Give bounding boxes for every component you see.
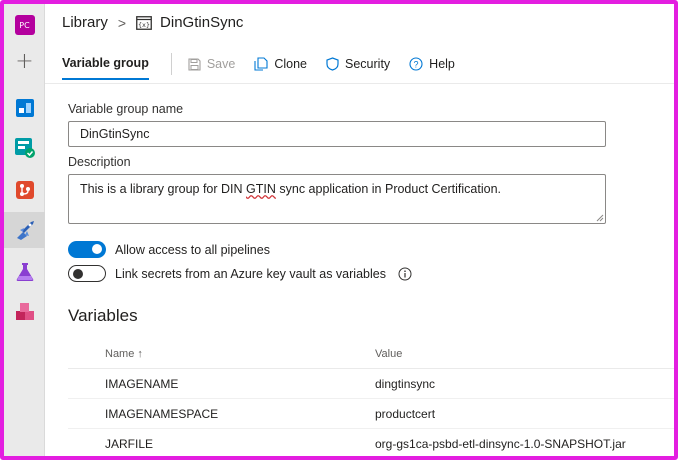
table-row[interactable]: IMAGENAMESPACE productcert <box>68 399 674 429</box>
test-plans-icon <box>14 138 35 158</box>
link-secrets-toggle[interactable] <box>68 265 106 282</box>
allow-access-label: Allow access to all pipelines <box>115 242 270 257</box>
plus-icon: + <box>15 49 34 74</box>
left-nav-rail: PC + <box>4 4 45 456</box>
svg-text:?: ? <box>414 59 419 69</box>
tab-variable-group[interactable]: Variable group <box>62 56 149 80</box>
variable-value: org-gs1ca-psbd-etl-dinsync-1.0-SNAPSHOT.… <box>375 436 626 451</box>
allow-access-toggle[interactable] <box>68 241 106 258</box>
org-badge: PC <box>14 15 35 35</box>
value-column-header[interactable]: Value <box>375 348 674 360</box>
variable-name: IMAGENAMESPACE <box>105 406 219 421</box>
flask-icon <box>16 263 33 281</box>
boards-nav[interactable] <box>4 90 45 126</box>
save-label: Save <box>206 57 236 71</box>
security-label: Security <box>345 57 391 71</box>
breadcrumb-library-link[interactable]: Library <box>62 14 108 31</box>
clone-icon <box>254 57 268 71</box>
shield-icon <box>326 57 339 71</box>
toolbar-divider <box>170 53 172 75</box>
pipelines-icon <box>16 221 34 240</box>
group-name-label: Variable group name <box>68 102 184 116</box>
artifacts-nav[interactable] <box>4 294 45 330</box>
clone-button[interactable]: Clone <box>254 57 307 71</box>
link-secrets-label: Link secrets from an Azure key vault as … <box>115 266 386 281</box>
description-spellcheck-word: GTIN <box>246 182 276 196</box>
variables-heading: Variables <box>68 306 138 325</box>
clone-label: Clone <box>274 57 308 71</box>
breadcrumb: Library > {x} DinGtinSync <box>62 14 243 31</box>
repos-nav[interactable] <box>4 172 45 208</box>
test-nav[interactable] <box>4 254 45 290</box>
artifacts-icon <box>15 303 34 320</box>
variable-group-form: Variable group name Description This is … <box>68 84 608 282</box>
description-text-start: This is a library group for DIN <box>80 182 247 196</box>
description-label: Description <box>68 155 131 169</box>
toggle-knob <box>92 244 102 254</box>
org-avatar[interactable]: PC <box>4 7 45 43</box>
chevron-right-icon: > <box>117 14 127 31</box>
variable-name: IMAGENAME <box>105 376 179 391</box>
test-plans-nav[interactable] <box>4 130 45 166</box>
save-button[interactable]: Save <box>188 57 236 71</box>
variable-name: JARFILE <box>105 436 154 451</box>
group-name-input[interactable] <box>68 121 606 147</box>
help-icon: ? <box>409 57 423 71</box>
save-icon <box>188 57 201 71</box>
toolbar: Variable group Save Clone Security ? Hel… <box>62 48 474 80</box>
help-label: Help <box>429 57 455 71</box>
page-header: Library > {x} DinGtinSync Variable group <box>45 4 674 84</box>
page-title: DinGtinSync <box>160 14 244 31</box>
info-icon[interactable] <box>398 267 412 281</box>
table-row[interactable]: JARFILE org-gs1ca-psbd-etl-dinsync-1.0-S… <box>68 429 674 456</box>
security-button[interactable]: Security <box>326 57 390 71</box>
resize-grip-icon[interactable] <box>596 214 604 222</box>
variable-group-icon: {x} <box>136 15 152 30</box>
new-item-button[interactable]: + <box>4 44 45 80</box>
pipelines-nav[interactable] <box>4 212 45 248</box>
link-secrets-row: Link secrets from an Azure key vault as … <box>68 265 608 282</box>
allow-access-row: Allow access to all pipelines <box>68 241 608 258</box>
boards-icon <box>15 99 34 117</box>
toggle-knob <box>73 268 83 279</box>
description-text-end: sync application in Product Certificatio… <box>275 182 502 196</box>
svg-text:{x}: {x} <box>138 21 150 29</box>
description-textarea[interactable]: This is a library group for DIN GTIN syn… <box>68 174 606 224</box>
variable-value: productcert <box>375 406 436 421</box>
table-row[interactable]: IMAGENAME dingtinsync <box>68 369 674 399</box>
name-column-header[interactable]: Name ↑ <box>68 348 375 360</box>
repos-icon <box>15 181 34 199</box>
table-header: Name ↑ Value <box>68 339 674 369</box>
variable-value: dingtinsync <box>375 376 436 391</box>
app-window: PC + Library > {x} DinGtinSync Variable … <box>0 0 678 460</box>
help-button[interactable]: ? Help <box>409 57 455 71</box>
variables-table: Name ↑ Value IMAGENAME dingtinsync IMAGE… <box>68 339 674 456</box>
